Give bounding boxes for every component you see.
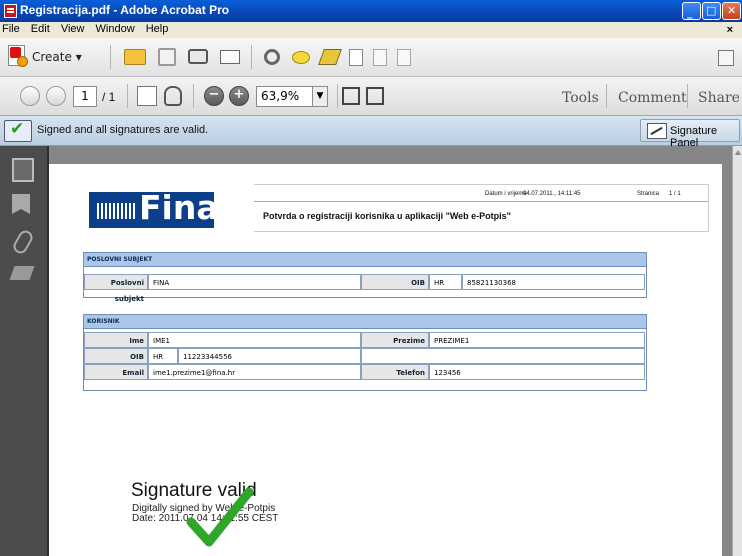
document-review-icon[interactable] xyxy=(397,49,411,66)
title-bar: Registracija.pdf - Adobe Acrobat Pro _ □… xyxy=(0,0,742,22)
signature-checkmark-icon xyxy=(186,487,254,547)
menu-edit[interactable]: Edit xyxy=(31,23,50,35)
menu-file[interactable]: File xyxy=(2,23,20,35)
signature-status-message: Signed and all signatures are valid. xyxy=(37,124,209,136)
header-divider xyxy=(254,201,708,202)
subject-oib-label: OIB xyxy=(361,274,429,290)
zoom-in-icon[interactable]: + xyxy=(229,86,249,106)
subject-value: FINA xyxy=(148,274,361,290)
zoom-out-icon[interactable]: − xyxy=(204,86,224,106)
toolbar-divider xyxy=(606,84,607,108)
window-title: Registracija.pdf - Adobe Acrobat Pro xyxy=(20,3,230,17)
prezime-value: PREZIME1 xyxy=(429,332,645,348)
date-label: Datum i vrijeme xyxy=(485,191,527,197)
toolbar-divider xyxy=(251,45,252,69)
document-share-icon[interactable] xyxy=(373,49,387,66)
empty-cell xyxy=(361,348,645,364)
ime-label: Ime xyxy=(84,332,148,348)
acrobat-icon xyxy=(4,4,17,18)
create-icon[interactable] xyxy=(8,45,28,67)
fina-logo: Fina xyxy=(89,188,219,228)
menu-help[interactable]: Help xyxy=(146,23,169,35)
date-value: 04.07.2011., 14:11:45 xyxy=(523,191,581,197)
create-button[interactable]: Create ▾ xyxy=(32,50,82,64)
menu-window[interactable]: Window xyxy=(96,23,135,35)
next-page-icon[interactable] xyxy=(46,86,66,106)
menu-bar: File Edit View Window Help × xyxy=(0,22,742,38)
create-label: Create xyxy=(32,50,72,64)
page-total: / 1 xyxy=(102,90,116,104)
signature-message-bar: Signed and all signatures are valid. Sig… xyxy=(0,116,742,149)
subject-label: Poslovni subjekt xyxy=(84,274,148,303)
subject-oib-country: HR xyxy=(429,274,462,290)
zoom-select[interactable]: 63,9% ▼ xyxy=(256,86,328,107)
email-label: Email xyxy=(84,364,148,380)
user-oib-label: OIB xyxy=(84,348,148,364)
bookmarks-icon[interactable] xyxy=(12,194,30,214)
pdf-page: Fina Datum i vrijeme 04.07.2011., 14:11:… xyxy=(49,164,722,556)
page-value: 1 / 1 xyxy=(669,191,681,197)
ime-value: IME1 xyxy=(148,332,361,348)
print-icon[interactable] xyxy=(188,49,208,64)
email-icon[interactable] xyxy=(220,50,240,64)
zoom-value: 63,9% xyxy=(261,89,300,103)
signature-pen-icon xyxy=(647,123,667,139)
expand-icon[interactable] xyxy=(718,50,734,66)
menu-view[interactable]: View xyxy=(61,23,85,35)
toolbar-divider xyxy=(193,84,194,108)
subject-oib-value: 85821130368 xyxy=(462,274,645,290)
telefon-value: 123456 xyxy=(429,364,645,380)
signature-valid-icon xyxy=(4,119,32,142)
close-button[interactable]: ✕ xyxy=(722,2,741,20)
settings-gear-icon[interactable] xyxy=(264,49,280,65)
tab-tools[interactable]: Tools xyxy=(562,90,599,106)
toolbar-divider xyxy=(337,84,338,108)
toolbar-divider xyxy=(687,84,688,108)
full-screen-icon[interactable] xyxy=(366,87,384,105)
document-heading: Potvrda o registraciji korisnika u aplik… xyxy=(263,211,511,221)
previous-page-icon[interactable] xyxy=(20,86,40,106)
highlight-pen-icon[interactable] xyxy=(318,49,342,65)
select-tool-icon[interactable] xyxy=(137,86,157,106)
signatures-icon[interactable] xyxy=(9,266,35,280)
navigation-pane xyxy=(0,146,49,556)
hand-tool-icon[interactable] xyxy=(164,86,182,106)
document-close-icon[interactable]: × xyxy=(727,24,733,36)
email-value: ime1.prezime1@fina.hr xyxy=(148,364,361,380)
open-folder-icon[interactable] xyxy=(124,49,146,65)
user-oib-value: 11223344556 xyxy=(178,348,361,364)
telefon-label: Telefon xyxy=(361,364,429,380)
page-thumbnails-icon[interactable] xyxy=(12,158,34,182)
prezime-label: Prezime xyxy=(361,332,429,348)
maximize-button[interactable]: □ xyxy=(702,2,721,20)
save-icon[interactable] xyxy=(158,48,176,66)
logo-text: Fina xyxy=(139,188,219,227)
toolbar-divider xyxy=(127,84,128,108)
minimize-button[interactable]: _ xyxy=(682,2,701,20)
toolbar-divider xyxy=(110,45,111,69)
fit-page-icon[interactable] xyxy=(342,87,360,105)
attachments-paperclip-icon[interactable] xyxy=(10,228,36,256)
chevron-down-icon[interactable]: ▼ xyxy=(312,87,327,106)
tab-comment[interactable]: Comment xyxy=(618,90,687,106)
tab-share[interactable]: Share xyxy=(698,90,740,106)
page-number-input[interactable]: 1 xyxy=(73,86,97,107)
comment-bubble-icon[interactable] xyxy=(292,51,310,64)
logo-bars xyxy=(97,203,137,219)
document-viewport[interactable]: Fina Datum i vrijeme 04.07.2011., 14:11:… xyxy=(49,146,732,556)
subject-section-header: POSLOVNI SUBJEKT xyxy=(84,253,646,267)
user-oib-country: HR xyxy=(148,348,178,364)
document-icon[interactable] xyxy=(349,49,363,66)
vertical-scrollbar[interactable] xyxy=(732,146,742,556)
user-section-header: KORISNIK xyxy=(84,315,646,329)
page-label: Stranica xyxy=(637,191,660,197)
main-toolbar: Create ▾ xyxy=(0,38,742,77)
signature-panel-button[interactable]: Signature Panel xyxy=(640,119,740,149)
